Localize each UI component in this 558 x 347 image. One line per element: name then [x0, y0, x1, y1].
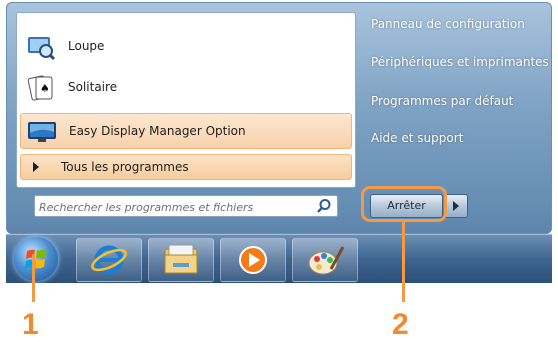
start-menu: Loupe ♠ Solitaire Easy Display Manager O…	[6, 2, 552, 234]
search-input[interactable]	[39, 198, 307, 217]
program-label: Easy Display Manager Option	[69, 124, 246, 138]
solitaire-cards-icon: ♠	[26, 74, 56, 101]
callout-number-1: 1	[22, 308, 39, 341]
magnifier-icon	[26, 33, 56, 61]
callout-number-2: 2	[392, 308, 409, 341]
taskbar-media-player[interactable]	[220, 238, 286, 282]
callout-line-1	[32, 254, 35, 302]
taskbar	[6, 234, 552, 283]
callout-line-2	[402, 222, 405, 302]
taskbar-paint[interactable]	[292, 238, 358, 282]
shutdown-options-button[interactable]	[444, 194, 468, 218]
windows-explorer-icon	[164, 244, 198, 274]
display-manager-icon	[27, 118, 57, 144]
svg-text:♠: ♠	[40, 82, 50, 95]
program-label: Solitaire	[68, 80, 118, 94]
taskbar-internet-explorer[interactable]	[76, 238, 142, 282]
link-control-panel[interactable]: Panneau de configuration	[371, 17, 525, 31]
shutdown-highlight-callout	[361, 186, 447, 222]
search-box[interactable]	[34, 195, 338, 217]
chevron-right-icon	[33, 162, 39, 172]
all-programs-item[interactable]: Tous les programmes	[20, 154, 352, 180]
media-player-icon	[239, 246, 267, 274]
paint-icon	[308, 246, 345, 275]
program-item-easy-display-manager[interactable]: Easy Display Manager Option	[20, 113, 352, 149]
program-item-loupe[interactable]: Loupe	[20, 29, 350, 63]
chevron-right-icon	[453, 201, 459, 211]
link-devices-printers[interactable]: Périphériques et imprimantes	[371, 55, 549, 69]
start-button[interactable]	[14, 237, 58, 281]
program-item-solitaire[interactable]: ♠ Solitaire	[20, 70, 350, 104]
link-help-support[interactable]: Aide et support	[371, 131, 463, 145]
link-default-programs[interactable]: Programmes par défaut	[371, 94, 513, 108]
program-label: Loupe	[68, 39, 105, 53]
programs-pane: Loupe ♠ Solitaire Easy Display Manager O…	[16, 12, 356, 188]
all-programs-label: Tous les programmes	[61, 160, 189, 174]
internet-explorer-icon	[91, 245, 127, 275]
taskbar-windows-explorer[interactable]	[148, 238, 214, 282]
search-icon[interactable]	[315, 198, 333, 214]
search-area	[16, 187, 356, 229]
windows-logo-icon	[25, 249, 46, 269]
